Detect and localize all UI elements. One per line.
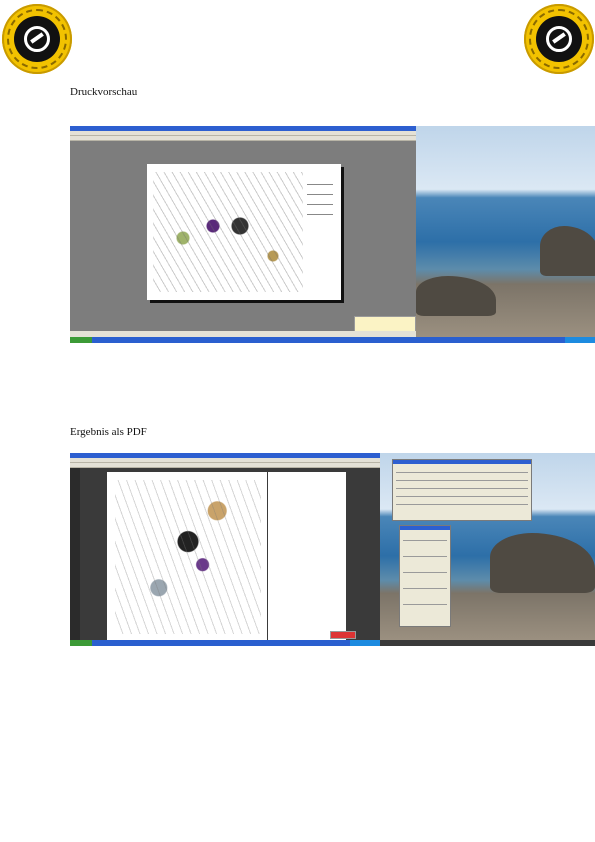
start-button[interactable] xyxy=(70,640,92,646)
table-row xyxy=(396,472,528,473)
system-tray xyxy=(565,337,595,343)
table-row xyxy=(396,480,528,481)
plan-legend-line xyxy=(307,214,333,215)
pdf-page xyxy=(268,472,346,640)
property-row xyxy=(403,556,447,557)
stamp-mark-icon xyxy=(24,26,50,52)
notification-balloon xyxy=(354,316,416,332)
pdf-page xyxy=(107,472,267,640)
table-row xyxy=(396,504,528,505)
wallpaper-rock xyxy=(540,226,595,276)
stamp-center xyxy=(536,16,582,62)
plan-legend-line xyxy=(307,194,333,195)
pdf-nav-pane xyxy=(70,468,80,640)
start-button[interactable] xyxy=(70,337,92,343)
screenshot-pdf-result xyxy=(70,453,595,646)
pdf-xchange-stamp-icon[interactable] xyxy=(2,4,72,74)
taskbar xyxy=(70,337,595,343)
screenshot-print-preview xyxy=(70,126,595,343)
notification-balloon xyxy=(330,631,356,639)
properties-panel[interactable] xyxy=(399,525,451,627)
system-tray xyxy=(350,640,380,646)
site-plan-drawing xyxy=(115,480,261,634)
table-row xyxy=(396,496,528,497)
table-row xyxy=(396,488,528,489)
section-heading: Druckvorschau xyxy=(70,86,138,98)
section-heading: Ergebnis als PDF xyxy=(70,426,147,438)
taskbar xyxy=(70,640,380,646)
site-plan-drawing xyxy=(153,172,303,292)
property-row xyxy=(403,588,447,589)
dialog-titlebar xyxy=(393,460,531,464)
preview-sheet xyxy=(147,164,341,300)
property-row xyxy=(403,604,447,605)
stamp-mark-icon xyxy=(546,26,572,52)
stamp-center xyxy=(14,16,60,62)
plan-legend-line xyxy=(307,184,333,185)
property-row xyxy=(403,572,447,573)
plan-legend-line xyxy=(307,204,333,205)
pdf-xchange-stamp-icon[interactable] xyxy=(524,4,594,74)
panel-titlebar xyxy=(400,526,450,530)
layer-manager-dialog[interactable] xyxy=(392,459,532,521)
toolbar xyxy=(70,463,380,468)
property-row xyxy=(403,540,447,541)
